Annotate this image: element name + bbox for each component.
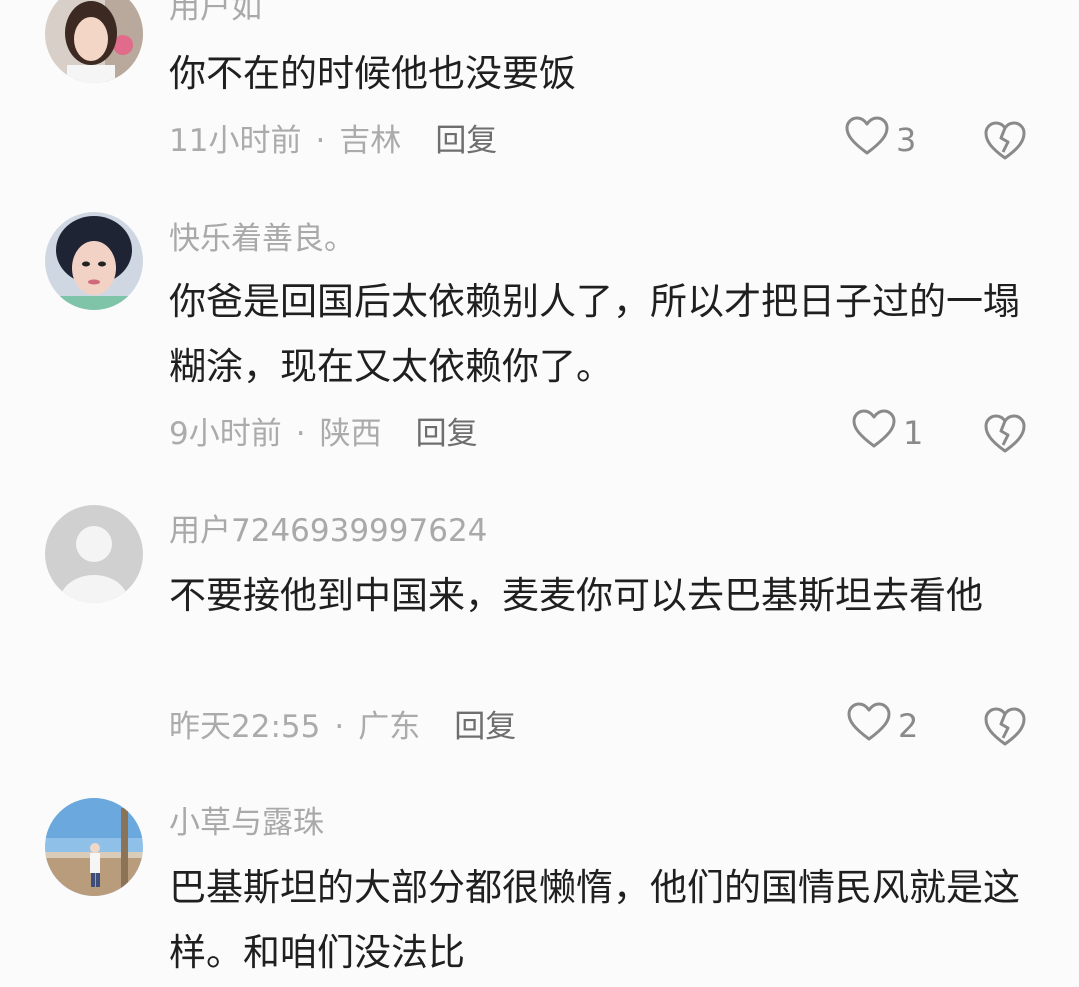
- comment-location: 吉林: [339, 123, 402, 159]
- avatar[interactable]: [45, 505, 143, 603]
- dislike-button[interactable]: [983, 412, 1027, 456]
- like-count: 2: [898, 707, 919, 745]
- avatar[interactable]: [45, 798, 143, 896]
- comment-username[interactable]: 快乐着善良。: [169, 219, 355, 259]
- separator-dot: ·: [315, 123, 326, 159]
- reply-button[interactable]: 回复: [454, 709, 516, 745]
- comment-time: 昨天22:55: [169, 709, 321, 745]
- separator-dot: ·: [295, 416, 306, 452]
- like-button[interactable]: 2: [846, 701, 919, 751]
- comment-meta: 昨天22:55 · 广东 回复: [169, 707, 516, 747]
- comment-location: 陕西: [319, 416, 382, 452]
- like-button[interactable]: 1: [851, 408, 924, 458]
- comment-text: 不要接他到中国来，麦麦你可以去巴基斯坦去看他: [169, 574, 983, 617]
- comment-location: 广东: [358, 709, 421, 745]
- avatar[interactable]: [45, 0, 143, 83]
- dislike-button[interactable]: [983, 705, 1027, 749]
- broken-heart-icon: [983, 414, 1027, 460]
- comment-time: 9小时前: [169, 416, 282, 452]
- dislike-button[interactable]: [983, 119, 1027, 163]
- comment-username[interactable]: 用户7246939997624: [169, 511, 487, 551]
- comment-meta: 9小时前 · 陕西 回复: [169, 414, 478, 454]
- avatar[interactable]: [45, 212, 143, 310]
- heart-outline-icon: [851, 408, 897, 458]
- broken-heart-icon: [983, 707, 1027, 753]
- heart-outline-icon: [846, 701, 892, 751]
- heart-outline-icon: [844, 115, 890, 165]
- comment-text: 你爸是回国后太依赖别人了，所以才把日子过的一塌糊涂，现在又太依赖你了。: [169, 280, 1020, 388]
- reply-button[interactable]: 回复: [416, 416, 478, 452]
- comment-meta: 11小时前 · 吉林 回复: [169, 121, 497, 161]
- comment-text: 你不在的时候他也没要饭: [169, 52, 576, 95]
- separator-dot: ·: [334, 709, 345, 745]
- like-count: 1: [903, 414, 924, 452]
- reply-button[interactable]: 回复: [435, 123, 497, 159]
- like-button[interactable]: 3: [844, 115, 917, 165]
- comment-time: 11小时前: [169, 123, 302, 159]
- broken-heart-icon: [983, 121, 1027, 167]
- comment-text: 巴基斯坦的大部分都很懒惰，他们的国情民风就是这样。和咱们没法比: [169, 866, 1020, 974]
- comment-username[interactable]: 小草与露珠: [169, 803, 324, 843]
- comment-list: 用户如 你不在的时候他也没要饭 11小时前 · 吉林 回复 3 快乐着善良。 你…: [0, 0, 1079, 987]
- comment-username[interactable]: 用户如: [169, 0, 262, 28]
- like-count: 3: [896, 121, 917, 159]
